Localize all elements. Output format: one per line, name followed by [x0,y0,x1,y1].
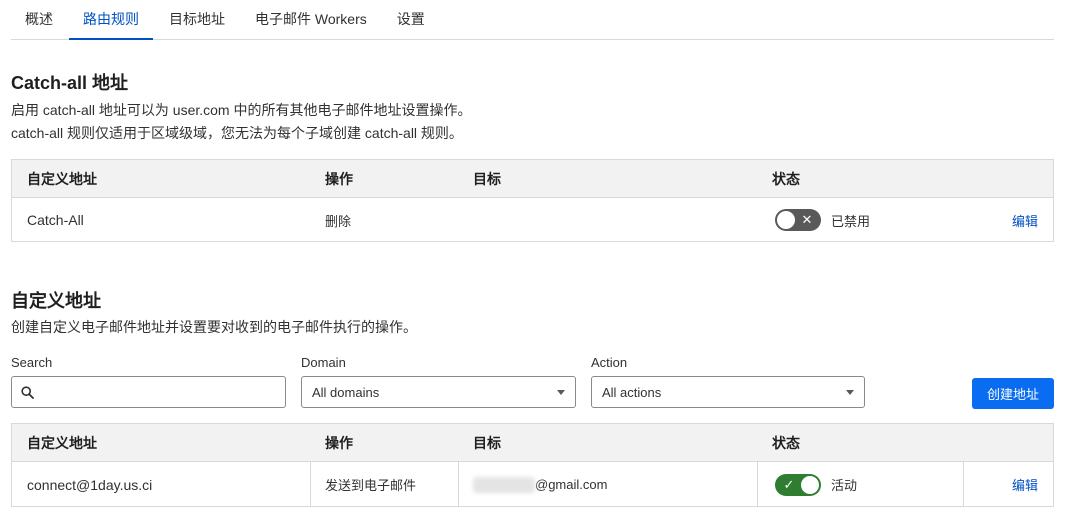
catchall-toggle[interactable]: ✕ [775,209,821,231]
table-row: connect@1day.us.ci 发送到电子邮件 @gmail.com ✓ … [12,462,1053,507]
row-status: ✕ 已禁用 [775,198,870,242]
col-action: 操作 [325,170,353,187]
col-custom-address: 自定义地址 [27,170,97,187]
catchall-table-header: 自定义地址 操作 目标 状态 [12,160,1053,198]
redacted-text [473,476,535,493]
catchall-desc-line2: catch-all 规则仅适用于区域级域，您无法为每个子域创建 catch-al… [11,125,463,141]
toggle-knob [801,475,819,494]
domain-select[interactable]: All domains [301,376,576,408]
tab-settings[interactable]: 设置 [383,0,439,39]
action-select[interactable]: All actions [591,376,865,408]
catchall-desc-line1: 启用 catch-all 地址可以为 user.com 中的所有其他电子邮件地址… [11,102,472,118]
chevron-down-icon [846,389,854,395]
domain-select-value: All domains [312,384,380,400]
custom-table-header: 自定义地址 操作 目标 状态 [12,424,1053,462]
action-select-value: All actions [602,384,662,400]
status-label: 活动 [831,478,858,493]
edit-link[interactable]: 编辑 [1012,211,1038,230]
status-label: 已禁用 [831,213,871,229]
domain-label: Domain [301,355,346,370]
tab-bar: 概述 路由规则 目标地址 电子邮件 Workers 设置 [11,0,1054,40]
close-icon: ✕ [801,212,813,227]
custom-address-toggle[interactable]: ✓ [775,473,821,496]
search-field [11,376,286,408]
row-action: 删除 [325,213,352,229]
check-icon: ✓ [783,476,795,492]
custom-desc: 创建自定义电子邮件地址并设置要对收到的电子邮件执行的操作。 [11,319,417,335]
tab-overview[interactable]: 概述 [11,0,67,39]
row-address: connect@1day.us.ci [27,476,153,493]
email-routing-page: 概述 路由规则 目标地址 电子邮件 Workers 设置 Catch-all 地… [0,0,1080,521]
search-icon [12,385,42,399]
catchall-title: Catch-all 地址 [11,73,129,93]
row-edit: 编辑 [1012,198,1038,242]
table-row: Catch-All 删除 ✕ 已禁用 编辑 [12,198,1053,242]
search-label: Search [11,355,53,370]
col-status: 状态 [772,170,800,187]
custom-address-table: 自定义地址 操作 目标 状态 connect@1day.us.ci 发送到电子邮… [11,423,1054,507]
create-address-button[interactable]: 创建地址 [972,378,1054,409]
col-target: 目标 [473,170,501,187]
toggle-knob [777,211,795,229]
row-action: 发送到电子邮件 [325,478,417,493]
tab-email-workers[interactable]: 电子邮件 Workers [241,0,381,39]
row-status: ✓ 活动 [775,462,857,507]
action-label: Action [591,355,628,370]
col-status: 状态 [772,434,800,451]
row-address: Catch-All [27,212,84,228]
col-action: 操作 [325,434,353,451]
catchall-table: 自定义地址 操作 目标 状态 Catch-All 删除 ✕ 已禁用 编辑 [11,159,1054,242]
col-target: 目标 [473,434,501,451]
chevron-down-icon [557,389,565,395]
search-input[interactable] [42,377,285,407]
row-edit: 编辑 [1012,462,1038,507]
row-target-domain: @gmail.com [535,477,608,492]
tab-routing-rules[interactable]: 路由规则 [69,0,153,40]
col-custom-address: 自定义地址 [27,434,97,451]
custom-title: 自定义地址 [11,291,101,311]
row-target: @gmail.com [473,462,607,507]
edit-link[interactable]: 编辑 [1012,475,1038,494]
tab-destination-addresses[interactable]: 目标地址 [155,0,239,39]
